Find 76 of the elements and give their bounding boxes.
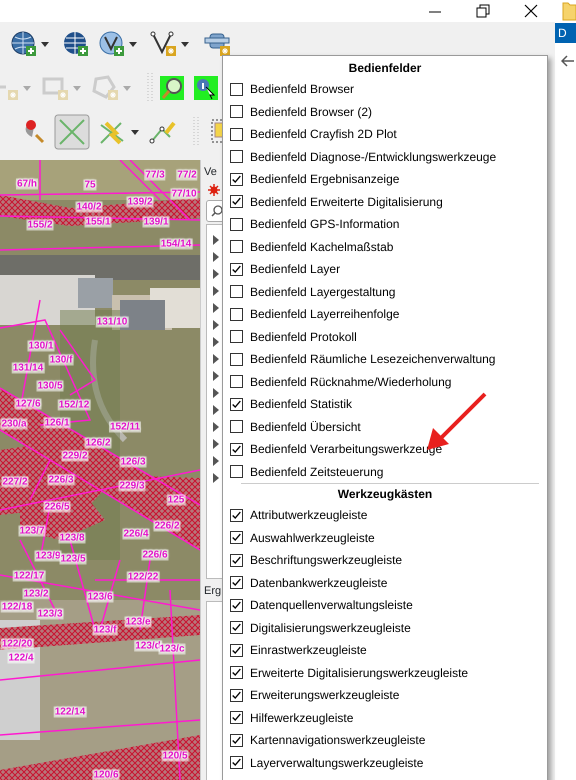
zoom-icon[interactable]: [160, 76, 184, 100]
menu-item[interactable]: Layerverwaltungswerkzeugleiste: [223, 752, 547, 774]
menu-item[interactable]: Bedienfeld Verarbeitungswerkzeuge: [223, 438, 547, 460]
menu-item[interactable]: Erweiterungswerkzeugleiste: [223, 684, 547, 706]
checkbox[interactable]: [230, 352, 243, 366]
checkbox[interactable]: [230, 756, 243, 770]
menu-item[interactable]: Bedienfeld Layer: [223, 258, 547, 280]
menu-item[interactable]: Bedienfeld Kachelmaßstab: [223, 236, 547, 258]
checkbox[interactable]: [230, 105, 243, 118]
caret-icon[interactable]: [130, 127, 140, 137]
checkbox[interactable]: [230, 688, 243, 702]
checkbox[interactable]: [230, 262, 243, 276]
menu-item[interactable]: Einrastwerkzeugleiste: [223, 639, 547, 662]
checkbox[interactable]: [230, 398, 243, 411]
menu-item[interactable]: Bedienfeld Layergestaltung: [223, 280, 547, 303]
panel-title: Erg: [203, 584, 222, 598]
node-tool-icon[interactable]: [54, 114, 90, 150]
menu-item[interactable]: Kartennavigationswerkzeugleiste: [223, 729, 547, 752]
caret-icon[interactable]: [40, 39, 50, 49]
checkbox[interactable]: [230, 150, 243, 164]
menu-item[interactable]: Bedienfeld Crayfish 2D Plot: [223, 123, 547, 146]
menu-item[interactable]: Bedienfeld Statistik: [223, 393, 547, 416]
menu-item[interactable]: Bedienfeld Erweiterte Digitalisierung: [223, 190, 547, 213]
checkbox[interactable]: [230, 554, 243, 567]
menu-section-title: Werkzeugkästen: [336, 486, 434, 503]
menu-item[interactable]: Bedienfeld Zeitsteuerung: [223, 460, 547, 483]
menu-section-title: Bedienfelder: [348, 60, 422, 77]
menu-item[interactable]: Datenbankwerkzeugleiste: [223, 572, 547, 594]
checkbox[interactable]: [230, 734, 243, 747]
checkbox[interactable]: [230, 644, 243, 657]
menu-item[interactable]: Beschriftungswerkzeugleiste: [223, 549, 547, 572]
menu-item[interactable]: Bedienfeld Layerreihenfolge: [223, 303, 547, 326]
caret-icon[interactable]: [180, 39, 190, 49]
menu-item[interactable]: Bedienfeld Protokoll: [223, 326, 547, 348]
menu-item[interactable]: Bedienfeld Diagnose-/Entwicklungswerkzeuge: [223, 146, 547, 168]
checkbox[interactable]: [230, 330, 243, 344]
menu-item[interactable]: Auswahlwerkzeugleiste: [223, 526, 547, 549]
checkbox[interactable]: [230, 195, 243, 208]
vertex-icon[interactable]: [148, 29, 178, 59]
checkbox[interactable]: [230, 465, 243, 478]
checkbox[interactable]: [230, 375, 243, 388]
menu-item[interactable]: Erweiterte Digitalisierungswerkzeugleiste: [223, 662, 547, 684]
checkbox[interactable]: [230, 621, 243, 634]
checkbox[interactable]: [230, 666, 243, 680]
menu-item[interactable]: Bedienfeld Ergebnisanzeige: [223, 168, 547, 190]
window-tab[interactable]: D: [555, 23, 576, 43]
checkbox[interactable]: [230, 576, 243, 590]
checkbox[interactable]: [230, 128, 243, 141]
menu-item[interactable]: Digitalisierungswerkzeugleiste: [223, 616, 547, 639]
menu-item[interactable]: Bedienfeld Übersicht: [223, 416, 547, 438]
identify-icon[interactable]: [194, 76, 218, 100]
checkbox[interactable]: [230, 711, 243, 724]
panel-title: Ve: [203, 165, 217, 180]
menu-item[interactable]: Attributwerkzeugleiste: [223, 504, 547, 526]
back-arrow-icon[interactable]: [561, 55, 575, 67]
menu-item[interactable]: Bedienfeld Browser: [223, 78, 547, 100]
menu-item[interactable]: Bedienfeld Browser (2): [223, 100, 547, 123]
checkbox[interactable]: [230, 442, 243, 456]
checkbox[interactable]: [230, 218, 243, 231]
checkbox[interactable]: [230, 420, 243, 434]
menu-item[interactable]: Datenquellenverwaltungsleiste: [223, 594, 547, 616]
checkbox[interactable]: [230, 531, 243, 544]
checkbox[interactable]: [230, 240, 243, 254]
checkbox[interactable]: [230, 82, 243, 96]
checkbox[interactable]: [230, 308, 243, 321]
checkbox[interactable]: [230, 285, 243, 298]
menu-item[interactable]: Bedienfeld GPS-Information: [223, 213, 547, 236]
checkbox[interactable]: [230, 172, 243, 186]
menu-item[interactable]: Bedienfeld Räumliche Lesezeichenverwaltung: [223, 348, 547, 370]
checkbox[interactable]: [230, 508, 243, 522]
star-icon: [208, 184, 220, 196]
menu-item[interactable]: Bedienfeld Rücknahme/Wiederholung: [223, 370, 547, 393]
search-icon: [211, 204, 223, 216]
menu-item[interactable]: Hilfewerkzeugleiste: [223, 706, 547, 729]
checkbox[interactable]: [230, 598, 243, 612]
caret-icon[interactable]: [128, 39, 138, 49]
